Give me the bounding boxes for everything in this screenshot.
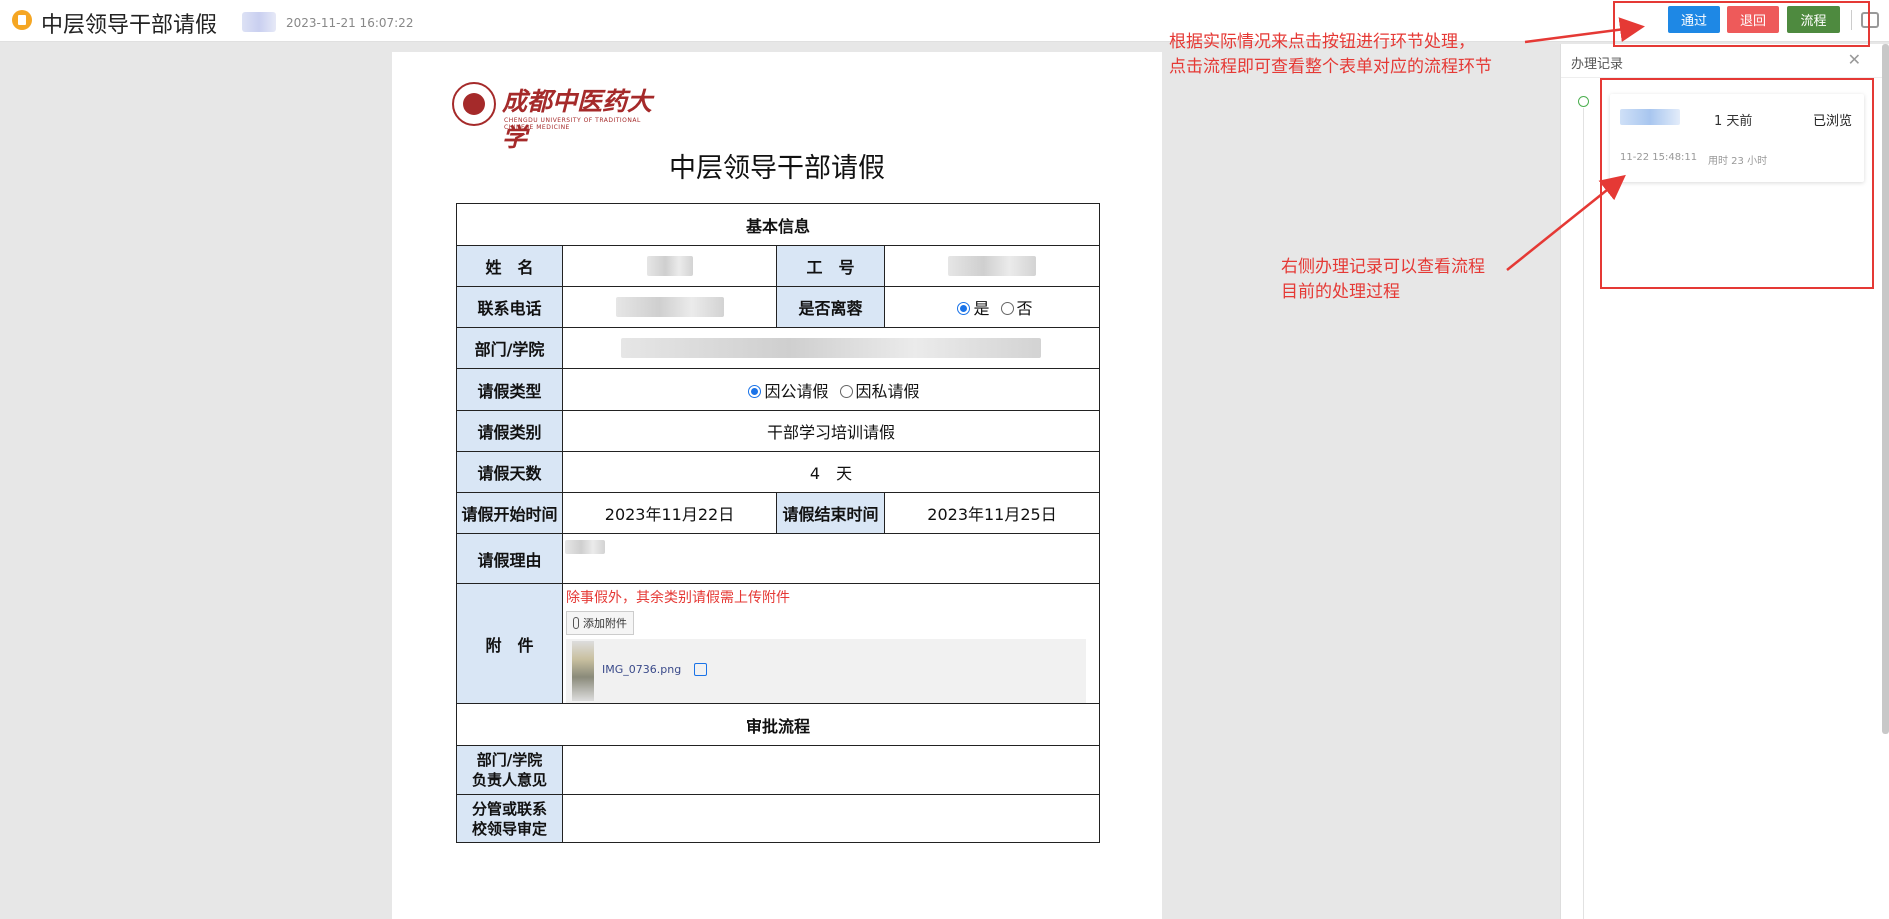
- form-document: 成都中医药大学 CHENGDU UNIVERSITY OF TRADITIONA…: [392, 52, 1162, 919]
- annotation-side: 右侧办理记录可以查看流程 目前的处理过程: [1281, 255, 1485, 305]
- leave-type-official-label: 因公请假: [764, 381, 829, 401]
- annotation-side-line1: 右侧办理记录可以查看流程: [1281, 257, 1485, 277]
- leave-days-label: 请假天数: [456, 451, 563, 493]
- end-time-label: 请假结束时间: [776, 492, 885, 534]
- annotation-top-line1: 根据实际情况来点击按钮进行环节处理，: [1169, 32, 1475, 52]
- record-card[interactable]: 1 天前 已浏览 11-22 15:48:11 用时 23 小时: [1610, 94, 1864, 182]
- university-logo: 成都中医药大学 CHENGDU UNIVERSITY OF TRADITIONA…: [452, 82, 672, 152]
- record-panel: 办理记录 ✕ 1 天前 已浏览 11-22 15:48:11 用时 23 小时: [1560, 44, 1889, 919]
- name-label: 姓 名: [456, 245, 563, 287]
- leave-form-table: 基本信息 姓 名 工 号 联系电话 是否离蓉 是 否 部门/学院 请假类型 因公…: [455, 203, 1101, 843]
- approval-dept-label: 部门/学院 负责人意见: [456, 745, 563, 795]
- leave-type-private-radio[interactable]: [839, 384, 853, 398]
- approval-dept-value: [561, 745, 1101, 795]
- annotation-top: 根据实际情况来点击按钮进行环节处理， 点击流程即可查看整个表单对应的流程环节: [1169, 30, 1492, 80]
- university-emblem-icon: [452, 82, 496, 126]
- attachment-note: 除事假外，其余类别请假需上传附件: [566, 590, 790, 606]
- name-blurred: [646, 256, 693, 277]
- record-ago: 1 天前: [1714, 114, 1753, 129]
- record-duration: 用时 23 小时: [1708, 156, 1768, 167]
- approval-dept-line2: 负责人意见: [471, 771, 547, 789]
- created-timestamp: 2023-11-21 16:07:22: [286, 16, 414, 30]
- attachment-file: IMG_0736.png: [566, 639, 1086, 703]
- page-title: 中层领导干部请假: [41, 13, 218, 38]
- approval-heading: 审批流程: [455, 703, 1101, 746]
- leave-city-no-radio[interactable]: [1000, 302, 1014, 315]
- phone-blurred: [615, 297, 724, 318]
- attachment-area: 除事假外，其余类别请假需上传附件 添加附件 IMG_0736.png: [561, 583, 1101, 704]
- department-blurred: [621, 338, 1041, 359]
- leave-category-label: 请假类别: [456, 410, 563, 452]
- paperclip-icon: [573, 617, 579, 629]
- form-app-icon: [12, 10, 32, 30]
- user-avatar-blurred: [242, 12, 276, 32]
- leave-type-label: 请假类型: [456, 368, 563, 411]
- start-date-value: 2023年11月22日: [562, 492, 777, 534]
- university-name-en: CHENGDU UNIVERSITY OF TRADITIONAL CHINES…: [504, 117, 641, 131]
- annotation-side-line2: 目前的处理过程: [1281, 282, 1400, 302]
- flow-button[interactable]: 流程: [1787, 6, 1840, 33]
- leave-city-label: 是否离蓉: [776, 286, 885, 328]
- panel-title: 办理记录: [1571, 57, 1624, 72]
- start-time-label: 请假开始时间: [456, 492, 563, 534]
- close-icon[interactable]: ✕: [1848, 50, 1861, 69]
- file-name[interactable]: IMG_0736.png: [602, 663, 681, 676]
- comment-icon[interactable]: [1861, 12, 1879, 28]
- timeline-line: [1583, 108, 1584, 919]
- department-label: 部门/学院: [456, 327, 563, 369]
- pass-button[interactable]: 通过: [1668, 6, 1720, 33]
- reason-blurred: [565, 539, 605, 554]
- leave-type-official-radio[interactable]: [748, 384, 762, 398]
- attachment-label: 附 件: [456, 583, 563, 704]
- leave-city-no-label: 否: [1016, 299, 1033, 318]
- phone-value: [562, 286, 777, 328]
- leave-city-options: 是 否: [883, 286, 1101, 328]
- end-date-value: 2023年11月25日: [883, 492, 1101, 534]
- annotation-top-line2: 点击流程即可查看整个表单对应的流程环节: [1169, 57, 1492, 77]
- phone-label: 联系电话: [456, 286, 563, 328]
- employee-id-label: 工 号: [776, 245, 885, 287]
- record-status: 已浏览: [1812, 114, 1852, 129]
- add-attachment-label: 添加附件: [583, 617, 627, 630]
- add-attachment-button[interactable]: 添加附件: [566, 611, 634, 635]
- leave-days-value: 4 天: [561, 451, 1101, 493]
- approval-leader-line1: 分管或联系: [471, 799, 547, 818]
- leave-city-yes-label: 是: [973, 299, 990, 318]
- reason-value: [561, 533, 1101, 584]
- timeline-dot-icon: [1578, 96, 1589, 107]
- panel-divider: [1561, 77, 1889, 78]
- record-user-blurred: [1620, 109, 1680, 125]
- document-title: 中层领导干部请假: [669, 153, 885, 184]
- employee-id-value: [883, 245, 1101, 287]
- approval-leader-value: [561, 794, 1101, 843]
- leave-type-options: 因公请假 因私请假: [561, 368, 1101, 411]
- panel-scrollbar[interactable]: [1882, 44, 1889, 734]
- employee-id-blurred: [948, 256, 1036, 277]
- approval-leader-line2: 校领导审定: [471, 819, 547, 838]
- basic-info-heading: 基本信息: [455, 203, 1101, 246]
- approval-leader-label: 分管或联系 校领导审定: [456, 794, 563, 843]
- department-value: [561, 327, 1101, 369]
- file-thumbnail[interactable]: [572, 641, 594, 701]
- preview-icon[interactable]: [694, 663, 707, 676]
- top-bar: 中层领导干部请假 2023-11-21 16:07:22 通过 退回 流程: [0, 0, 1889, 42]
- record-time: 11-22 15:48:11: [1620, 152, 1698, 163]
- reason-label: 请假理由: [456, 533, 563, 584]
- leave-category-value: 干部学习培训请假: [561, 410, 1101, 452]
- approval-dept-line1: 部门/学院: [476, 751, 543, 769]
- toolbar-divider: [1851, 10, 1852, 30]
- name-value: [562, 245, 777, 287]
- return-button[interactable]: 退回: [1727, 6, 1779, 33]
- leave-city-yes-radio[interactable]: [957, 302, 971, 315]
- leave-type-private-label: 因私请假: [855, 381, 920, 401]
